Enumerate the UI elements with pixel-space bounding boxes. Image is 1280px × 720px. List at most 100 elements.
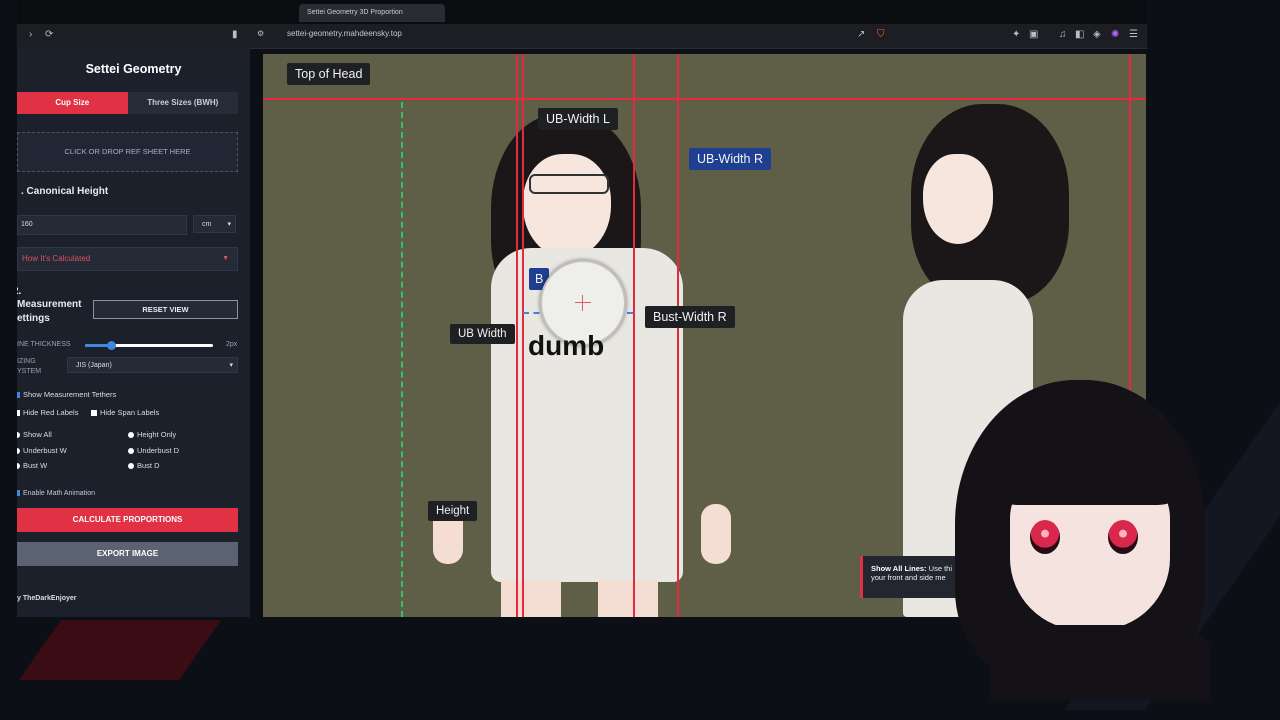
label-ub-width-l[interactable]: UB-Width L	[538, 108, 618, 130]
math-animation-checkbox[interactable]: Enable Math Animation	[17, 490, 95, 497]
media-icon[interactable]: ♫	[1059, 29, 1067, 40]
measure-line	[677, 54, 679, 617]
forward-icon[interactable]: ›	[29, 29, 32, 40]
radio-dot[interactable]	[128, 463, 134, 470]
shield-icon[interactable]: ⛉	[877, 29, 885, 40]
checkbox-checked[interactable]	[17, 490, 20, 497]
crosshair-icon	[575, 302, 591, 303]
measure-line	[516, 54, 518, 617]
radio-label: Height Only	[137, 430, 177, 439]
checkbox[interactable]	[17, 410, 20, 417]
section-measurement-title-2: ettings	[17, 313, 50, 324]
checkbox[interactable]	[91, 410, 97, 417]
radio-show-all[interactable]: Show All	[17, 430, 52, 439]
label-ub-width-r[interactable]: UB-Width R	[689, 148, 771, 170]
radio-bust-w[interactable]: Bust W	[17, 461, 47, 470]
radio-dot[interactable]	[17, 463, 20, 470]
browser-tab[interactable]	[23, 6, 133, 20]
overlay-text: dumb	[528, 330, 605, 361]
top-of-head-line	[263, 98, 1146, 100]
reload-icon[interactable]: ⟳	[45, 29, 53, 40]
avatar-body	[990, 625, 1210, 700]
radio-height-only[interactable]: Height Only	[128, 430, 176, 439]
avatar-eye-right	[1108, 520, 1138, 554]
calculate-proportions-button[interactable]: CALCULATE PROPORTIONS	[17, 508, 238, 532]
glasses-icon	[529, 174, 609, 194]
radio-dot[interactable]	[128, 432, 134, 439]
chevron-down-icon: ▾	[227, 221, 231, 228]
radio-label: Show All	[23, 430, 52, 439]
avatar-eye-left	[1030, 520, 1060, 554]
show-tethers-label: Show Measurement Tethers	[23, 390, 117, 399]
ai-icon[interactable]: ✺	[1111, 29, 1119, 40]
share-icon[interactable]: ↗	[857, 29, 865, 40]
slider-handle[interactable]	[106, 341, 116, 350]
front-figure-hand-right	[701, 504, 731, 564]
line-thickness-value: 2px	[226, 341, 238, 348]
tab-cup-size[interactable]: Cup Size	[17, 92, 128, 114]
section-canonical-height: . Canonical Height	[21, 186, 109, 197]
bookmark-icon[interactable]: ▮	[232, 29, 238, 40]
line-thickness-slider[interactable]	[85, 341, 213, 350]
sizing-label-2: YSTEM	[17, 368, 42, 375]
browser-tab[interactable]	[157, 6, 287, 20]
section-number: 2.	[17, 286, 22, 297]
sidebar-icon[interactable]: ◧	[1075, 29, 1084, 40]
browser-toolbar: › ⟳ ▮ ⚙ settei-geometry.mahdeensky.top ↗…	[17, 24, 1147, 49]
avatar-bangs	[1000, 430, 1175, 505]
radio-dot[interactable]	[17, 448, 20, 455]
radio-underbust-w[interactable]: Underbust W	[17, 446, 67, 455]
hide-span-label: Hide Span Labels	[100, 408, 160, 417]
settings-sidebar: Settei Geometry Cup Size Three Sizes (BW…	[17, 48, 250, 617]
tab-three-sizes[interactable]: Three Sizes (BWH)	[127, 92, 238, 114]
height-input[interactable]: 160	[17, 215, 187, 235]
show-tethers-checkbox[interactable]: Show Measurement Tethers	[17, 390, 116, 399]
address-bar[interactable]: settei-geometry.mahdeensky.top	[287, 29, 402, 38]
sizing-value: JIS (Japan)	[76, 362, 112, 369]
front-figure-leg-right	[598, 580, 658, 617]
ref-sheet-dropzone[interactable]: CLICK OR DROP REF SHEET HERE	[17, 132, 238, 172]
unit-value: cm	[202, 221, 212, 228]
sizing-label: IZING	[17, 358, 36, 365]
browser-tab-active[interactable]: Settei Geometry 3D Proportion	[299, 4, 445, 22]
label-ub-width[interactable]: UB Width	[450, 324, 515, 344]
credit-text: y TheDarkEnjoyer	[17, 595, 77, 602]
backdrop-accent	[18, 620, 222, 680]
details-label: How It's Calculated	[22, 254, 91, 263]
extension-icon[interactable]: ✦	[1012, 29, 1020, 40]
mode-toggle: Cup Size Three Sizes (BWH)	[17, 92, 238, 114]
wallet-icon[interactable]: ▣	[1029, 29, 1038, 40]
line-thickness-label: INE THICKNESS	[17, 341, 71, 348]
radio-underbust-d[interactable]: Underbust D	[128, 446, 179, 455]
crosshair-icon	[582, 295, 583, 311]
hide-red-checkbox[interactable]: Hide Red Labels	[17, 408, 78, 417]
label-bust-width-r[interactable]: Bust-Width R	[645, 306, 735, 328]
radio-bust-d[interactable]: Bust D	[128, 461, 160, 470]
label-height[interactable]: Height	[428, 501, 478, 521]
measure-line	[633, 54, 635, 617]
radio-dot[interactable]	[128, 448, 134, 455]
radio-label: Bust W	[23, 461, 48, 470]
how-calculated-disclosure[interactable]: How It's Calculated ▼	[17, 247, 238, 271]
height-unit-select[interactable]: cm ▾	[193, 215, 236, 233]
export-image-button[interactable]: EXPORT IMAGE	[17, 542, 238, 566]
radio-label: Underbust W	[23, 446, 67, 455]
radio-dot[interactable]	[17, 432, 20, 439]
checkbox-checked[interactable]	[17, 392, 20, 399]
sizing-system-select[interactable]: JIS (Japan) ▾	[67, 357, 238, 373]
site-settings-icon[interactable]: ⚙	[257, 29, 264, 38]
section-measurement-title: Measurement	[17, 299, 82, 310]
vpn-icon[interactable]: ◈	[1093, 29, 1101, 40]
hide-span-checkbox[interactable]: Hide Span Labels	[91, 408, 159, 417]
app-title: Settei Geometry	[85, 62, 182, 76]
side-figure-face	[923, 154, 993, 244]
label-top-of-head[interactable]: Top of Head	[287, 63, 371, 85]
math-animation-label: Enable Math Animation	[23, 490, 95, 497]
measure-line	[522, 54, 524, 617]
menu-icon[interactable]: ☰	[1129, 29, 1138, 40]
reset-view-button[interactable]: RESET VIEW	[93, 300, 238, 319]
caret-down-icon: ▼	[222, 255, 229, 262]
height-guide-line	[401, 102, 403, 617]
front-figure-leg-left	[501, 580, 561, 617]
tooltip-title: Show All Lines:	[871, 564, 927, 573]
